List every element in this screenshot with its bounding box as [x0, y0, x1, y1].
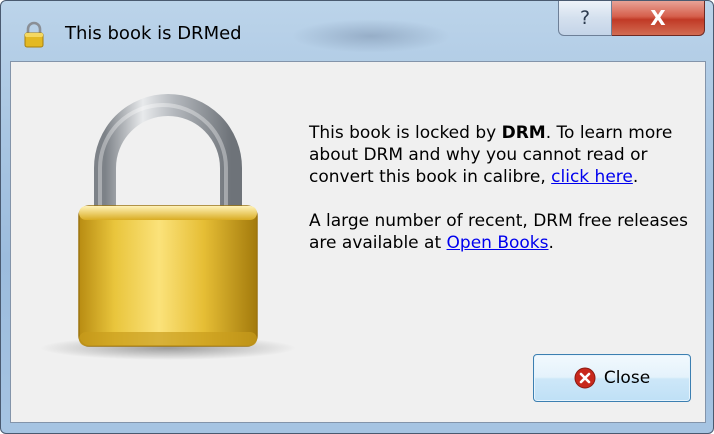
message-text-part: . [632, 167, 639, 187]
titlebar[interactable]: This book is DRMed ? X [1, 1, 713, 63]
close-button[interactable]: Close [533, 354, 691, 402]
help-button[interactable]: ? [558, 1, 612, 36]
message-text-part: This book is locked by [309, 123, 502, 143]
message-text: This book is locked by DRM. To learn mor… [309, 122, 699, 276]
drm-bold: DRM [501, 123, 546, 143]
close-button-label: Close [603, 368, 651, 388]
close-icon: X [650, 6, 666, 30]
dialog-body: This book is locked by DRM. To learn mor… [10, 61, 706, 423]
message-text-part: . [548, 233, 554, 253]
open-books-note: A large number of recent, DRM free relea… [309, 210, 699, 254]
dialog-window: This book is DRMed ? X This book is lock… [0, 0, 714, 434]
click-here-link[interactable]: click here [551, 167, 633, 187]
window-title: This book is DRMed [65, 23, 242, 44]
padlock-icon [24, 21, 44, 48]
error-x-icon [574, 367, 596, 389]
drm-explanation: This book is locked by DRM. To learn mor… [309, 122, 699, 188]
padlock-illustration [40, 94, 296, 360]
window-close-button[interactable]: X [612, 1, 705, 36]
help-icon: ? [579, 7, 591, 29]
open-books-link[interactable]: Open Books [447, 233, 549, 253]
window-controls: ? X [558, 1, 705, 37]
